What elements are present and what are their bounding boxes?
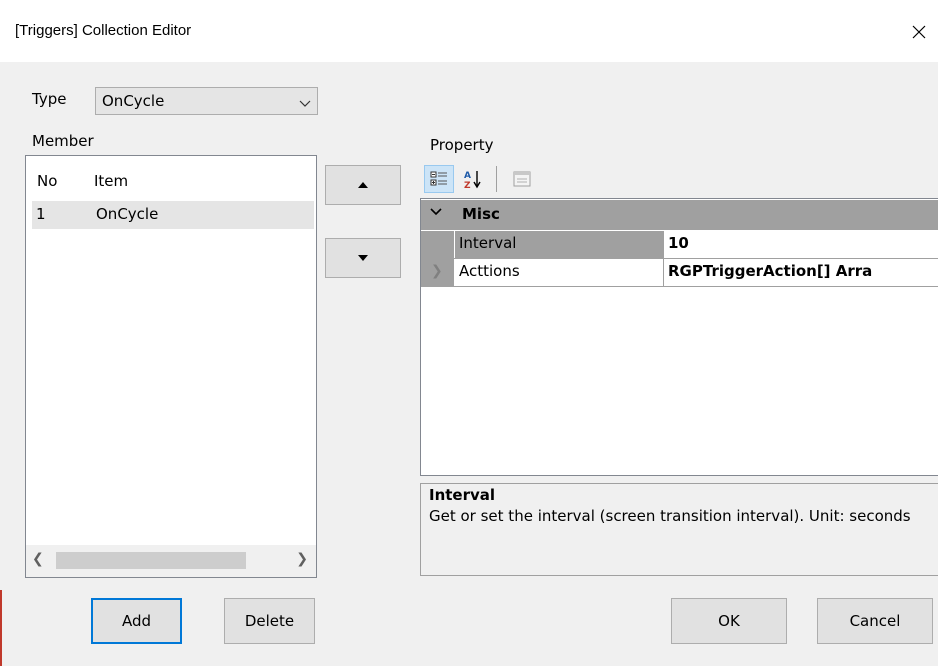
type-select-value: OnCycle xyxy=(102,92,165,110)
svg-text:Z: Z xyxy=(464,181,471,189)
row-margin: ❯ xyxy=(421,259,454,286)
close-icon xyxy=(912,25,926,39)
move-up-button[interactable] xyxy=(325,165,401,205)
cancel-button[interactable]: Cancel xyxy=(817,598,933,644)
property-value: 10 xyxy=(668,234,689,252)
categorized-icon xyxy=(430,171,447,186)
horizontal-scrollbar[interactable]: ❮ ❯ xyxy=(26,545,316,577)
triangle-down-icon xyxy=(358,255,368,261)
help-title: Interval xyxy=(429,486,496,504)
property-name-cell[interactable]: Interval xyxy=(455,231,680,258)
chevron-down-icon xyxy=(299,95,311,113)
row-margin xyxy=(421,231,454,258)
triangle-up-icon xyxy=(358,182,368,188)
column-header-no[interactable]: No xyxy=(37,172,57,190)
property-row-interval[interactable]: Interval 10 xyxy=(421,231,938,258)
scroll-thumb[interactable] xyxy=(56,552,246,569)
ok-button[interactable]: OK xyxy=(671,598,787,644)
alphabetical-button[interactable]: A Z xyxy=(459,165,487,193)
property-pages-button[interactable] xyxy=(508,165,536,193)
list-item-no: 1 xyxy=(36,205,46,223)
move-down-button[interactable] xyxy=(325,238,401,278)
window-title: [Triggers] Collection Editor xyxy=(15,22,192,39)
help-description: Get or set the interval (screen transiti… xyxy=(429,507,911,525)
property-name-cell[interactable]: Acttions xyxy=(455,259,680,286)
property-name: Acttions xyxy=(459,262,520,280)
property-label: Property xyxy=(430,136,494,154)
help-pane xyxy=(420,483,938,576)
member-label: Member xyxy=(32,132,94,150)
property-pages-icon xyxy=(513,171,531,187)
alphabetical-icon: A Z xyxy=(464,171,481,189)
category-label: Misc xyxy=(462,205,500,223)
window-edge xyxy=(0,590,2,666)
categorized-button[interactable] xyxy=(424,165,454,193)
property-row-acttions[interactable]: ❯ Acttions RGPTriggerAction[] Arra xyxy=(421,259,938,286)
chevron-right-icon[interactable]: ❯ xyxy=(431,263,443,279)
chevron-down-icon[interactable] xyxy=(430,206,442,221)
add-button[interactable]: Add xyxy=(91,598,182,644)
list-item[interactable] xyxy=(32,201,314,229)
close-button[interactable] xyxy=(900,14,938,50)
type-select[interactable]: OnCycle xyxy=(95,87,318,115)
property-value-cell[interactable]: RGPTriggerAction[] Arra xyxy=(663,259,938,286)
toolbar-separator xyxy=(496,166,497,192)
delete-button[interactable]: Delete xyxy=(224,598,315,644)
list-item-name: OnCycle xyxy=(96,205,159,223)
row-divider xyxy=(421,286,938,287)
property-value: RGPTriggerAction[] Arra xyxy=(668,262,873,280)
scroll-right-icon[interactable]: ❯ xyxy=(296,551,308,567)
scroll-left-icon[interactable]: ❮ xyxy=(32,551,44,567)
property-value-cell[interactable]: 10 xyxy=(663,231,938,258)
column-header-item[interactable]: Item xyxy=(94,172,128,190)
type-label: Type xyxy=(32,90,67,108)
svg-text:A: A xyxy=(464,171,471,181)
property-name: Interval xyxy=(459,234,517,252)
